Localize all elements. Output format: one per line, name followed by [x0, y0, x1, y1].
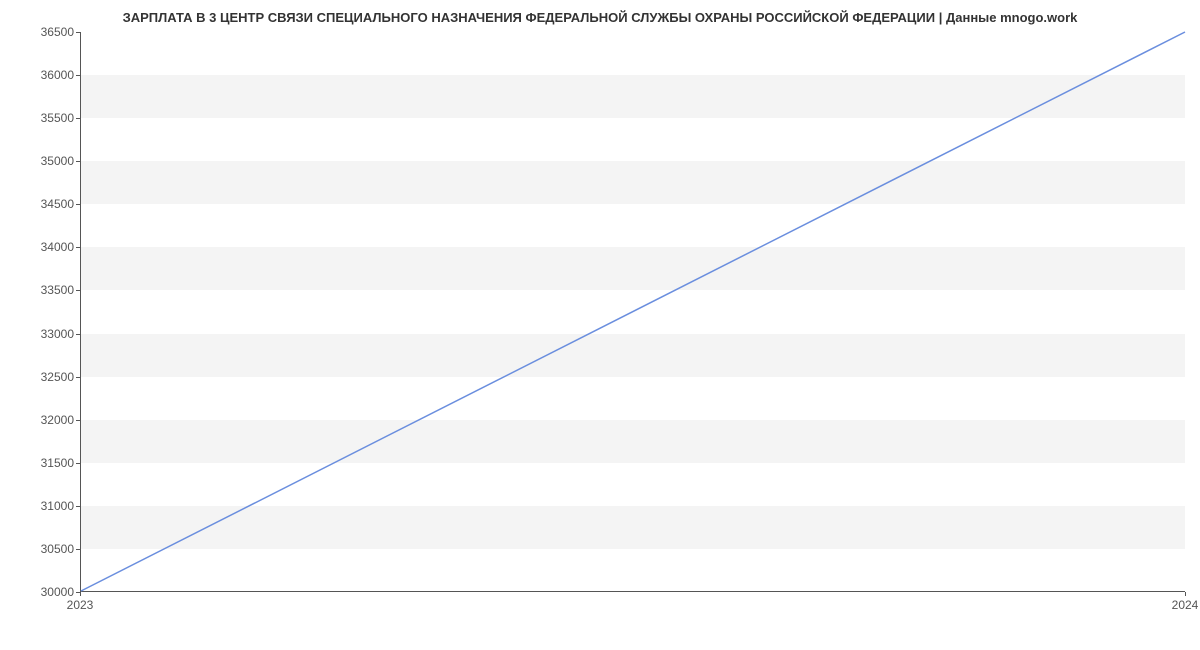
y-tick-mark	[76, 463, 80, 464]
y-tick-label: 31500	[4, 456, 74, 470]
y-tick-mark	[76, 377, 80, 378]
y-tick-mark	[76, 549, 80, 550]
y-tick-mark	[76, 290, 80, 291]
series-line	[81, 32, 1185, 591]
y-tick-label: 35000	[4, 154, 74, 168]
y-tick-label: 33500	[4, 283, 74, 297]
y-tick-mark	[76, 247, 80, 248]
y-tick-mark	[76, 334, 80, 335]
y-tick-mark	[76, 506, 80, 507]
y-tick-label: 31000	[4, 499, 74, 513]
y-tick-mark	[76, 118, 80, 119]
y-tick-mark	[76, 161, 80, 162]
y-tick-mark	[76, 204, 80, 205]
salary-line-chart: ЗАРПЛАТА В 3 ЦЕНТР СВЯЗИ СПЕЦИАЛЬНОГО НА…	[0, 0, 1200, 650]
y-tick-label: 35500	[4, 111, 74, 125]
y-tick-mark	[76, 75, 80, 76]
data-line	[81, 32, 1185, 591]
x-tick-label: 2024	[1172, 598, 1199, 612]
y-tick-label: 34500	[4, 197, 74, 211]
y-tick-label: 33000	[4, 327, 74, 341]
y-tick-label: 32000	[4, 413, 74, 427]
y-tick-label: 30000	[4, 585, 74, 599]
y-tick-mark	[76, 32, 80, 33]
x-tick-label: 2023	[67, 598, 94, 612]
chart-title: ЗАРПЛАТА В 3 ЦЕНТР СВЯЗИ СПЕЦИАЛЬНОГО НА…	[0, 10, 1200, 25]
plot-area	[80, 32, 1185, 592]
y-tick-label: 36500	[4, 25, 74, 39]
y-tick-label: 32500	[4, 370, 74, 384]
x-tick-mark	[80, 592, 81, 596]
y-tick-label: 36000	[4, 68, 74, 82]
x-tick-mark	[1185, 592, 1186, 596]
y-tick-label: 34000	[4, 240, 74, 254]
y-tick-mark	[76, 420, 80, 421]
y-tick-label: 30500	[4, 542, 74, 556]
